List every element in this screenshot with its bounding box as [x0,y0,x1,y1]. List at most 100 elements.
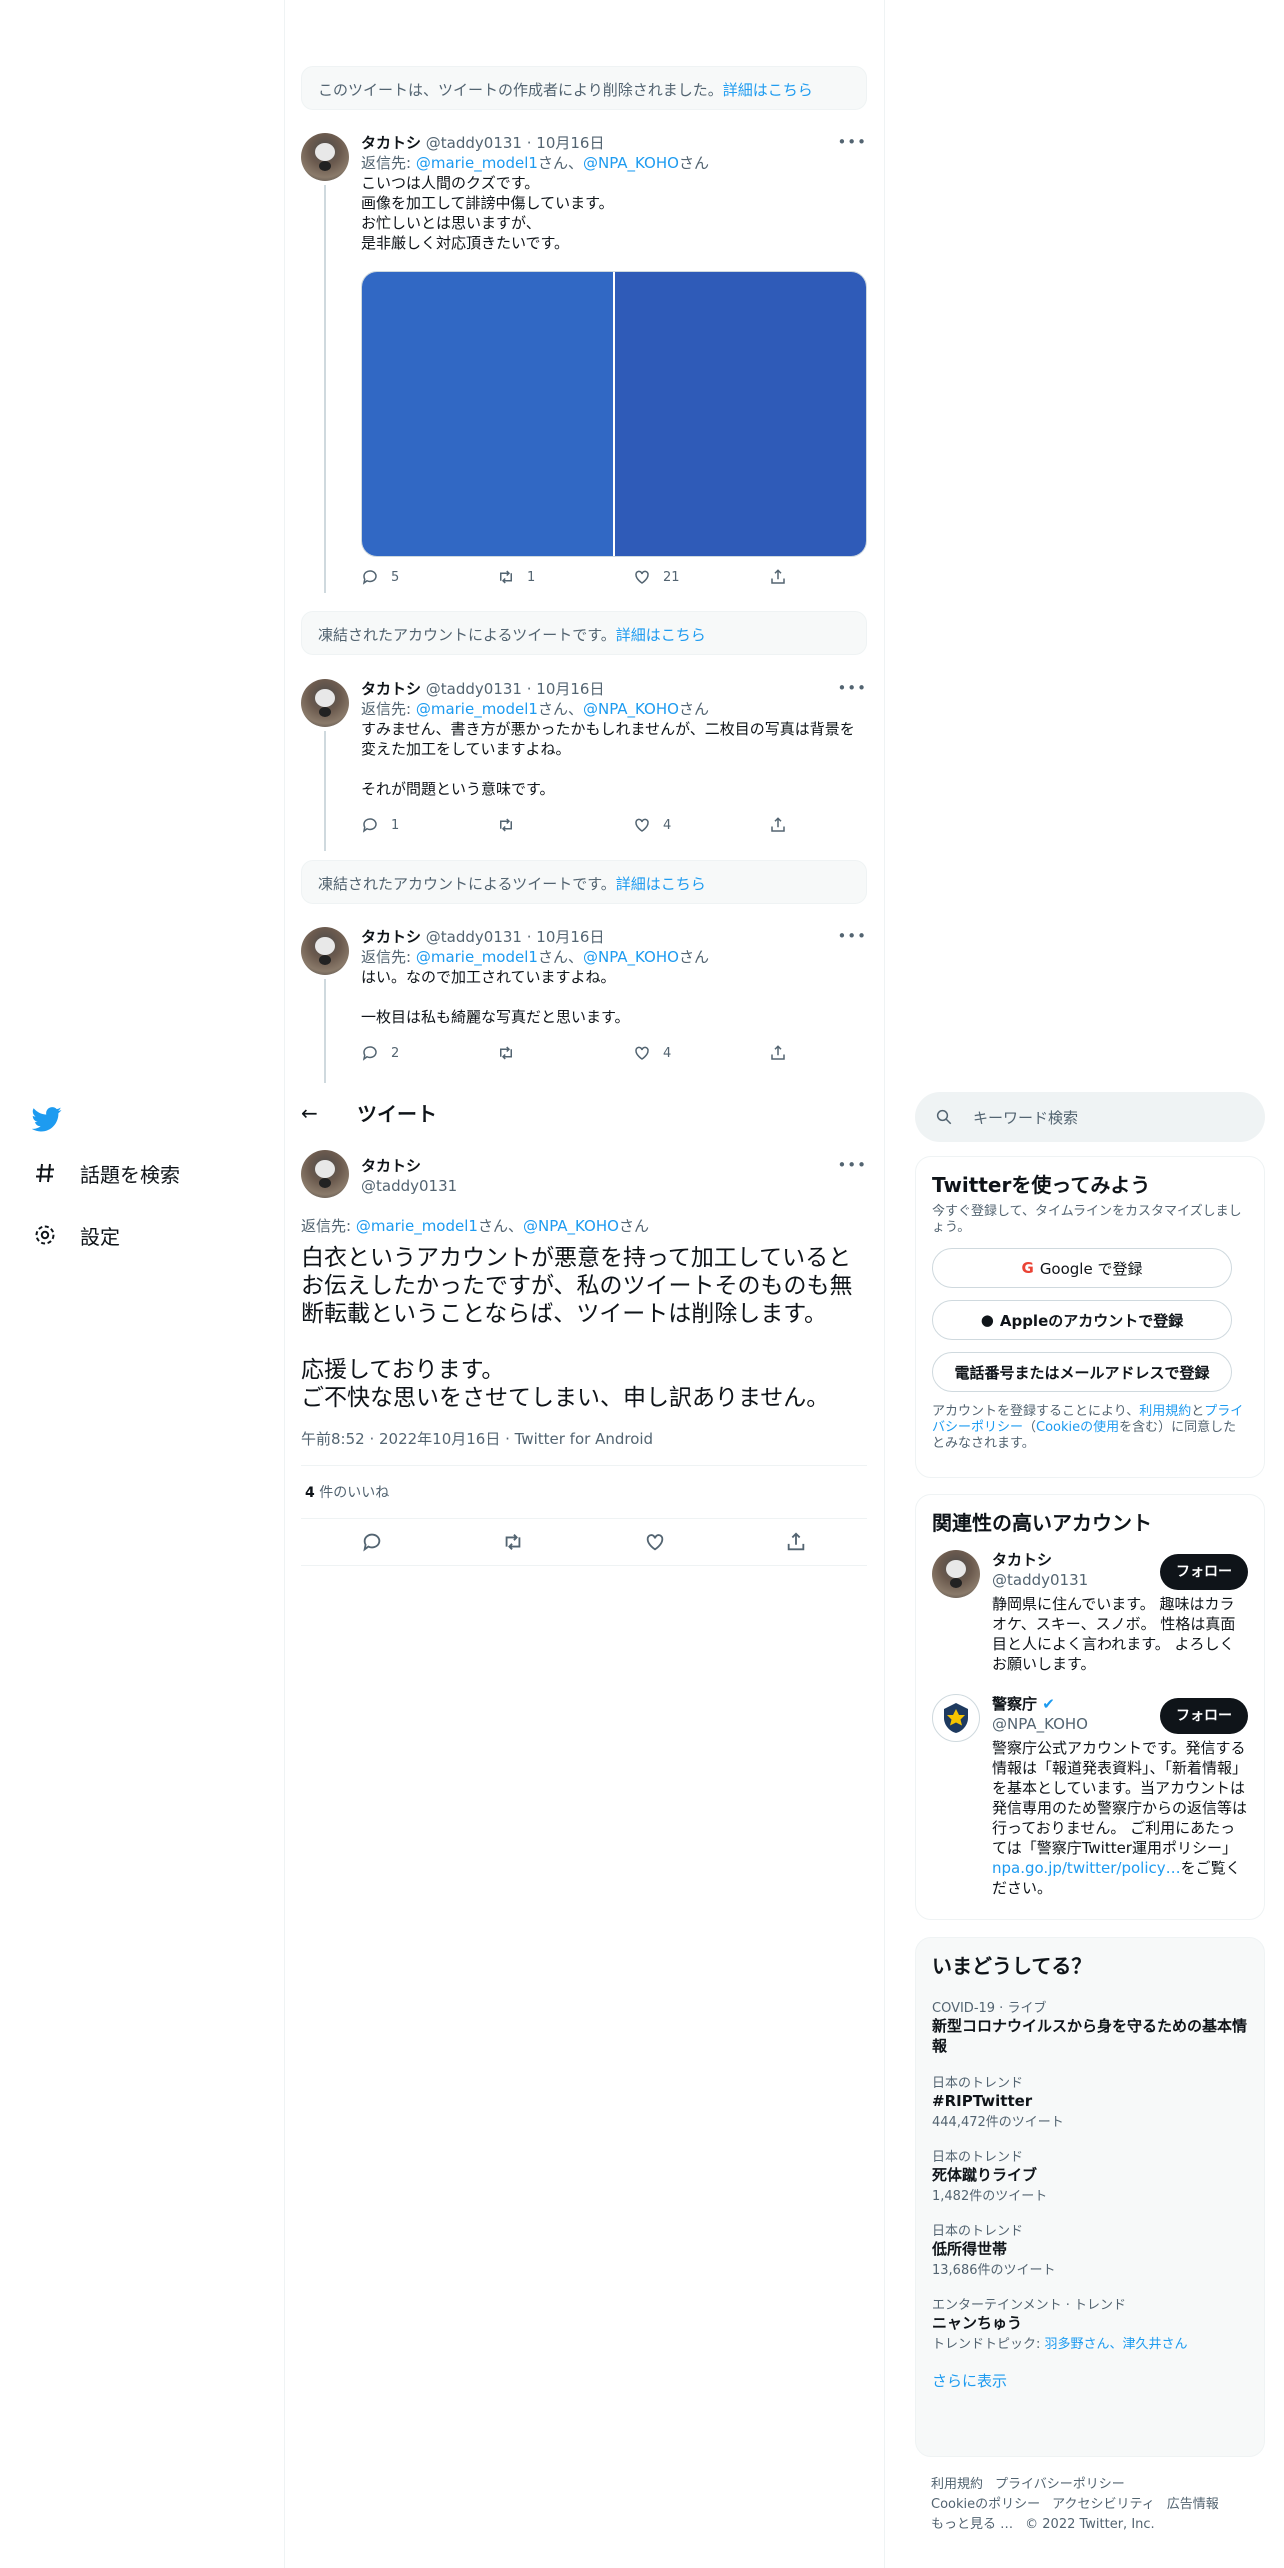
thread-tweet[interactable]: タカトシ @taddy0131 · 10月16日 返信先: @marie_mod… [301,927,867,1083]
avatar[interactable] [932,1550,980,1598]
likes-stat[interactable]: 4 件のいいね [301,1465,867,1519]
thread-tweet[interactable]: タカトシ @taddy0131 · 10月16日 返信先: @marie_mod… [301,679,867,851]
trends-title: いまどうしてる？ [932,1954,1092,1978]
footer-link[interactable]: アクセシビリティ [1052,2497,1155,2512]
reply-icon[interactable] [361,1531,383,1553]
share-icon[interactable] [785,1531,807,1553]
tweet-actions: 1 4 [361,816,905,834]
terms-link[interactable]: 利用規約 [1139,1404,1191,1419]
footer-link[interactable]: もっと見る … [931,2517,1013,2532]
tweet-timestamp[interactable]: 午前8:52 · 2022年10月16日 · Twitter for Andro… [301,1428,867,1449]
trend-count: 1,482件のツイート [932,2189,1048,2204]
tweet-text: こいつは人間のクズです。 画像を加工して誹謗中傷しています。 お忙しいとは思いま… [361,174,614,252]
heart-icon [635,1046,649,1060]
footer-link[interactable]: Cookieのポリシー [931,2497,1040,2512]
like-button[interactable]: 4 [633,1044,769,1062]
footer-link[interactable]: 広告情報 [1167,2497,1219,2512]
mention-link[interactable]: @NPA_KOHO [583,948,679,966]
account-item[interactable]: 警察庁 ✔ @NPA_KOHO 警察庁公式アカウントです。発信する情報は「報道発… [932,1686,1248,1910]
tweet-date[interactable]: · 10月16日 [527,134,605,152]
share-button[interactable] [769,816,905,834]
trend-item[interactable]: 日本のトレンド 低所得世帯 13,686件のツイート [932,2208,1248,2282]
heart-icon[interactable] [644,1531,666,1553]
display-name[interactable]: タカトシ [361,680,421,698]
like-button[interactable]: 21 [633,568,769,586]
mention-link[interactable]: @NPA_KOHO [523,1217,619,1235]
deleted-notice-text: このツイートは、ツイートの作成者により削除されました。 [318,81,723,99]
trend-item[interactable]: COVID-19 · ライブ 新型コロナウイルスから身を守るための基本情報 [932,1985,1248,2060]
reply-button[interactable]: 2 [361,1044,497,1062]
avatar[interactable] [301,927,349,975]
avatar[interactable] [932,1694,980,1742]
media-image-1[interactable] [362,272,613,556]
google-signup-button[interactable]: G Google で登録 [932,1248,1232,1288]
reply-button[interactable]: 1 [361,816,497,834]
tweet-media[interactable] [361,271,867,557]
details-link[interactable]: 詳細はこちら [616,626,706,644]
more-options-icon[interactable]: ••• [837,133,867,151]
like-button[interactable]: 4 [633,816,769,834]
account-item[interactable]: タカトシ @taddy0131 静岡県に住んでいます。 趣味はカラオケ、スキー、… [932,1542,1248,1686]
reply-button[interactable]: 5 [361,568,497,586]
bio-link[interactable]: npa.go.jp/twitter/policy… [992,1859,1181,1877]
search-box[interactable]: キーワード検索 [915,1092,1265,1142]
handle[interactable]: @taddy0131 [361,1176,457,1196]
follow-button[interactable]: フォロー [1160,1554,1248,1590]
page-title: ツイート [357,1102,437,1126]
display-name[interactable]: タカトシ [361,1156,457,1176]
mention-link[interactable]: @NPA_KOHO [583,700,679,718]
avatar[interactable] [301,133,349,181]
related-accounts-card: 関連性の高いアカウント タカトシ @taddy0131 静岡県に住んでいます。 … [915,1494,1265,1920]
trend-count: トレンドトピック: 羽多野さん、津久井さん [932,2337,1188,2352]
more-options-icon[interactable]: ••• [837,1156,867,1174]
nav-settings-label: 設定 [80,1224,120,1249]
related-title: 関連性の高いアカウント [932,1511,1152,1535]
trend-item[interactable]: 日本のトレンド 死体蹴りライブ 1,482件のツイート [932,2134,1248,2208]
apple-signup-button[interactable]: ● Appleのアカウントで登録 [932,1300,1232,1340]
retweet-icon[interactable] [502,1531,524,1553]
trend-item[interactable]: 日本のトレンド #RIPTwitter 444,472件のツイート [932,2060,1248,2134]
follow-button[interactable]: フォロー [1160,1698,1248,1734]
mention-link[interactable]: @marie_model1 [416,700,538,718]
more-options-icon[interactable]: ••• [837,679,867,697]
display-name[interactable]: タカトシ [361,928,421,946]
nav-settings[interactable]: 設定 [30,1220,120,1250]
nav-explore[interactable]: 話題を検索 [30,1158,180,1188]
share-button[interactable] [769,1044,905,1062]
thread-tweet[interactable]: タカトシ @taddy0131 · 10月16日 返信先: @marie_mod… [301,133,867,593]
back-arrow-icon[interactable]: ← [301,1101,337,1125]
cookie-link[interactable]: Cookieの使用 [1036,1420,1119,1435]
footer-link[interactable]: プライバシーポリシー [995,2477,1125,2492]
mention-link[interactable]: @marie_model1 [416,154,538,172]
phone-signup-button[interactable]: 電話番号またはメールアドレスで登録 [932,1352,1232,1392]
show-more-link[interactable]: さらに表示 [932,2356,1248,2395]
handle[interactable]: @taddy0131 [426,134,522,152]
handle[interactable]: @taddy0131 [426,928,522,946]
nav-explore-label: 話題を検索 [80,1162,180,1187]
search-icon [936,1109,952,1125]
retweet-button[interactable] [497,1044,633,1062]
share-button[interactable] [769,568,905,586]
signup-title: Twitterを使ってみよう [932,1173,1151,1197]
tweet-date[interactable]: · 10月16日 [527,680,605,698]
details-link[interactable]: 詳細はこちら [723,81,813,99]
avatar[interactable] [301,1150,349,1198]
signup-legal: アカウントを登録することにより、利用規約とプライバシーポリシー（Cookieの使… [932,1404,1244,1451]
media-image-2[interactable] [615,272,866,556]
trend-topic-link[interactable]: 羽多野さん、津久井さん [1045,2337,1188,2352]
suspended-tweet-notice: 凍結されたアカウントによるツイートです。詳細はこちら [301,860,867,904]
display-name[interactable]: タカトシ [361,134,421,152]
more-options-icon[interactable]: ••• [837,927,867,945]
mention-link[interactable]: @marie_model1 [416,948,538,966]
avatar[interactable] [301,679,349,727]
mention-link[interactable]: @NPA_KOHO [583,154,679,172]
handle[interactable]: @taddy0131 [426,680,522,698]
retweet-button[interactable]: 1 [497,568,633,586]
twitter-logo-icon[interactable] [31,1104,62,1134]
mention-link[interactable]: @marie_model1 [356,1217,478,1235]
details-link[interactable]: 詳細はこちら [616,875,706,893]
retweet-button[interactable] [497,816,633,834]
tweet-date[interactable]: · 10月16日 [527,928,605,946]
footer-link[interactable]: 利用規約 [931,2477,983,2492]
trend-item[interactable]: エンターテインメント · トレンド ニャンちゅう トレンドトピック: 羽多野さん… [932,2282,1248,2356]
